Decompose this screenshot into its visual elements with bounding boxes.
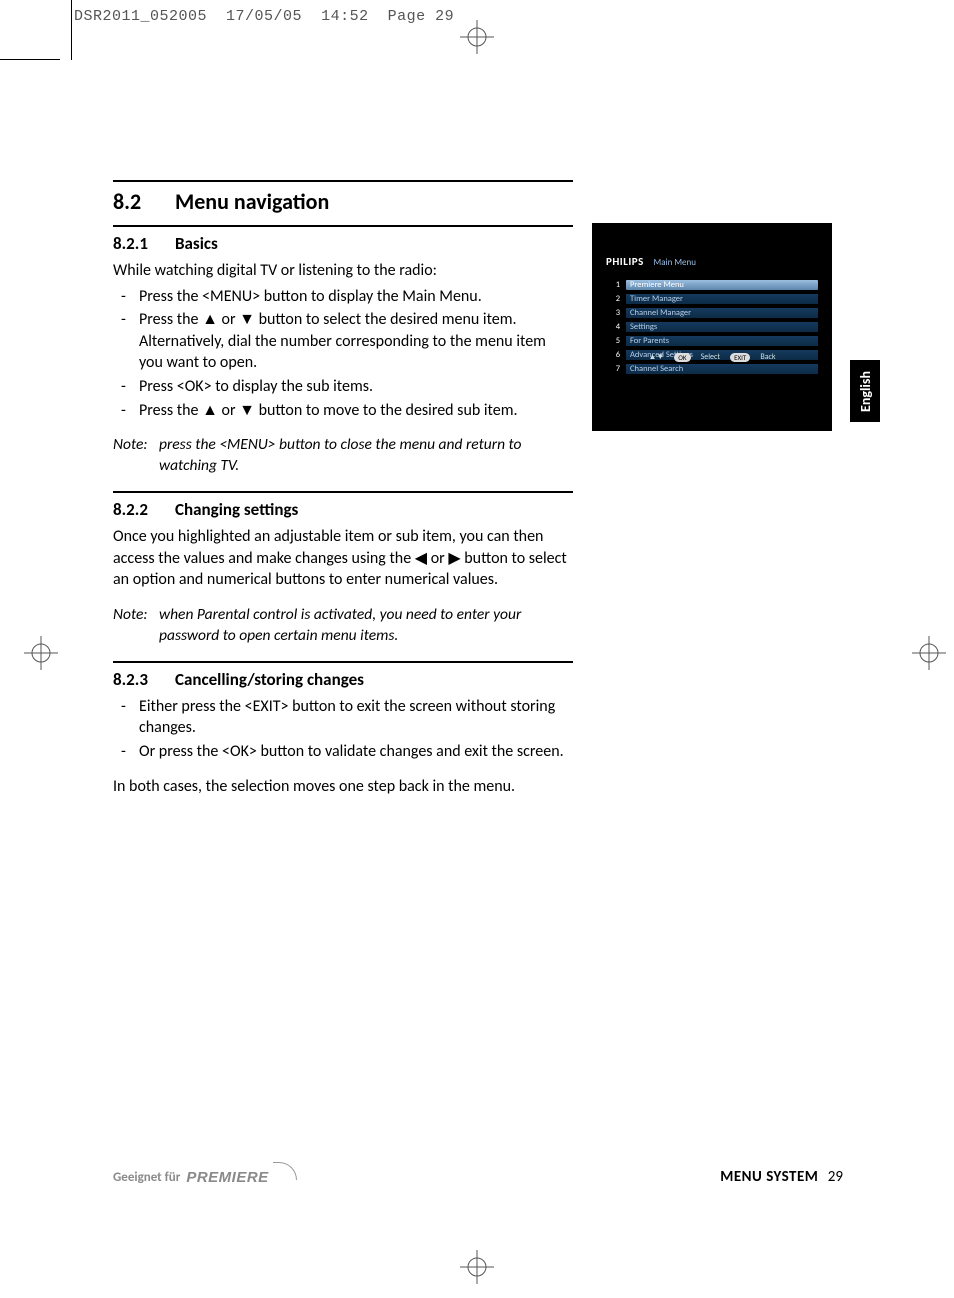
tv-item-label: Channel Manager [626, 308, 818, 318]
registration-mark-icon [460, 20, 494, 54]
exit-pill: EXIT [730, 353, 750, 362]
subheading-title: Changing settings [175, 499, 298, 520]
prepress-header: DSR2011_052005 17/05/05 14:52 Page 29 [74, 8, 454, 25]
premiere-logo: PREMIERE [186, 1169, 268, 1186]
note: Note: when Parental control is activated… [113, 605, 573, 647]
registration-mark-icon [912, 636, 946, 670]
divider [113, 491, 573, 493]
note: Note: press the <MENU> button to close t… [113, 435, 573, 477]
list-item: Or press the <OK> button to validate cha… [113, 741, 573, 763]
prepress-time: 14:52 [321, 8, 369, 25]
list-item: Press the ▲ or ▼ button to move to the d… [113, 400, 573, 422]
tv-item-index: 5 [606, 336, 620, 346]
note-label: Note: [113, 605, 159, 626]
tv-item-label: For Parents [626, 336, 818, 346]
list-item: Press the <MENU> button to display the M… [113, 286, 573, 308]
list-item: Press the ▲ or ▼ button to select the de… [113, 309, 573, 374]
tv-menu-item: 7 Channel Search [606, 362, 818, 376]
subsection-heading: 8.2.1Basics [113, 233, 573, 254]
page: DSR2011_052005 17/05/05 14:52 Page 29 8.… [0, 0, 954, 1298]
tv-item-index: 7 [606, 364, 620, 374]
instruction-list: Press the <MENU> button to display the M… [113, 286, 573, 422]
prepress-filename: DSR2011_052005 [74, 8, 207, 25]
language-label: English [857, 371, 874, 412]
intro-text: Once you highlighted an adjustable item … [113, 526, 573, 591]
tv-item-label: Channel Search [626, 364, 818, 374]
prepress-date: 17/05/05 [226, 8, 302, 25]
subheading-number: 8.2.2 [113, 499, 175, 520]
tv-item-index: 2 [606, 294, 620, 304]
nav-arrows-icon: ▲▼ [648, 352, 664, 362]
subsection-heading: 8.2.3Cancelling/storing changes [113, 669, 573, 690]
tv-screenshot: PHILIPS Main Menu 1 Premiere Menu 2 Timer … [592, 223, 832, 431]
divider [113, 661, 573, 663]
exit-label: Back [760, 352, 775, 362]
tv-footer-hints: ▲▼ OK Select EXIT Back [606, 352, 818, 362]
heading-number: 8.2 [113, 188, 175, 215]
divider [113, 180, 573, 182]
subheading-title: Basics [175, 233, 218, 254]
crop-mark [0, 59, 60, 60]
footer-prefix: Geeignet für [113, 1170, 180, 1185]
tv-menu-item: 4 Settings [606, 320, 818, 334]
note-label: Note: [113, 435, 159, 456]
note-body: when Parental control is activated, you … [159, 605, 573, 647]
page-footer: Geeignet für PREMIERE MENU SYSTEM 29 [113, 1168, 843, 1186]
prepress-page: Page 29 [388, 8, 455, 25]
tv-item-index: 1 [606, 280, 620, 290]
tv-item-label: Timer Manager [626, 294, 818, 304]
language-tab: English [850, 360, 880, 422]
subsection-heading: 8.2.2Changing settings [113, 499, 573, 520]
tv-menu-item: 2 Timer Manager [606, 292, 818, 306]
list-item: Press <OK> to display the sub items. [113, 376, 573, 398]
intro-text: While watching digital TV or listening t… [113, 260, 573, 282]
tv-item-label: Settings [626, 322, 818, 332]
subheading-number: 8.2.3 [113, 669, 175, 690]
registration-mark-icon [24, 636, 58, 670]
tv-menu-item: 1 Premiere Menu [606, 278, 818, 292]
tv-screen-title: Main Menu [654, 257, 696, 268]
tv-inner: PHILIPS Main Menu 1 Premiere Menu 2 Timer … [606, 251, 818, 376]
heading-title: Menu navigation [175, 188, 329, 215]
tv-brand: PHILIPS [606, 255, 644, 268]
premiere-arc-icon [273, 1162, 297, 1180]
ok-label: Select [701, 352, 721, 362]
section-heading: 8.2Menu navigation [113, 188, 573, 215]
subheading-number: 8.2.1 [113, 233, 175, 254]
tv-menu-item: 3 Channel Manager [606, 306, 818, 320]
footer-left: Geeignet für PREMIERE [113, 1168, 297, 1186]
registration-mark-icon [460, 1250, 494, 1284]
tv-item-index: 3 [606, 308, 620, 318]
note-body: press the <MENU> button to close the men… [159, 435, 573, 477]
closing-text: In both cases, the selection moves one s… [113, 776, 573, 798]
tv-item-label: Premiere Menu [626, 280, 818, 290]
instruction-list: Either press the <EXIT> button to exit t… [113, 696, 573, 763]
footer-section: MENU SYSTEM [720, 1168, 818, 1186]
divider [113, 225, 573, 227]
footer-page-number: 29 [828, 1168, 843, 1186]
crop-mark [71, 0, 72, 60]
footer-right: MENU SYSTEM 29 [720, 1168, 843, 1186]
subheading-title: Cancelling/storing changes [175, 669, 364, 690]
main-content: 8.2Menu navigation 8.2.1Basics While wat… [113, 170, 573, 798]
list-item: Either press the <EXIT> button to exit t… [113, 696, 573, 739]
tv-menu-item: 5 For Parents [606, 334, 818, 348]
tv-item-index: 4 [606, 322, 620, 332]
ok-pill: OK [674, 353, 690, 362]
